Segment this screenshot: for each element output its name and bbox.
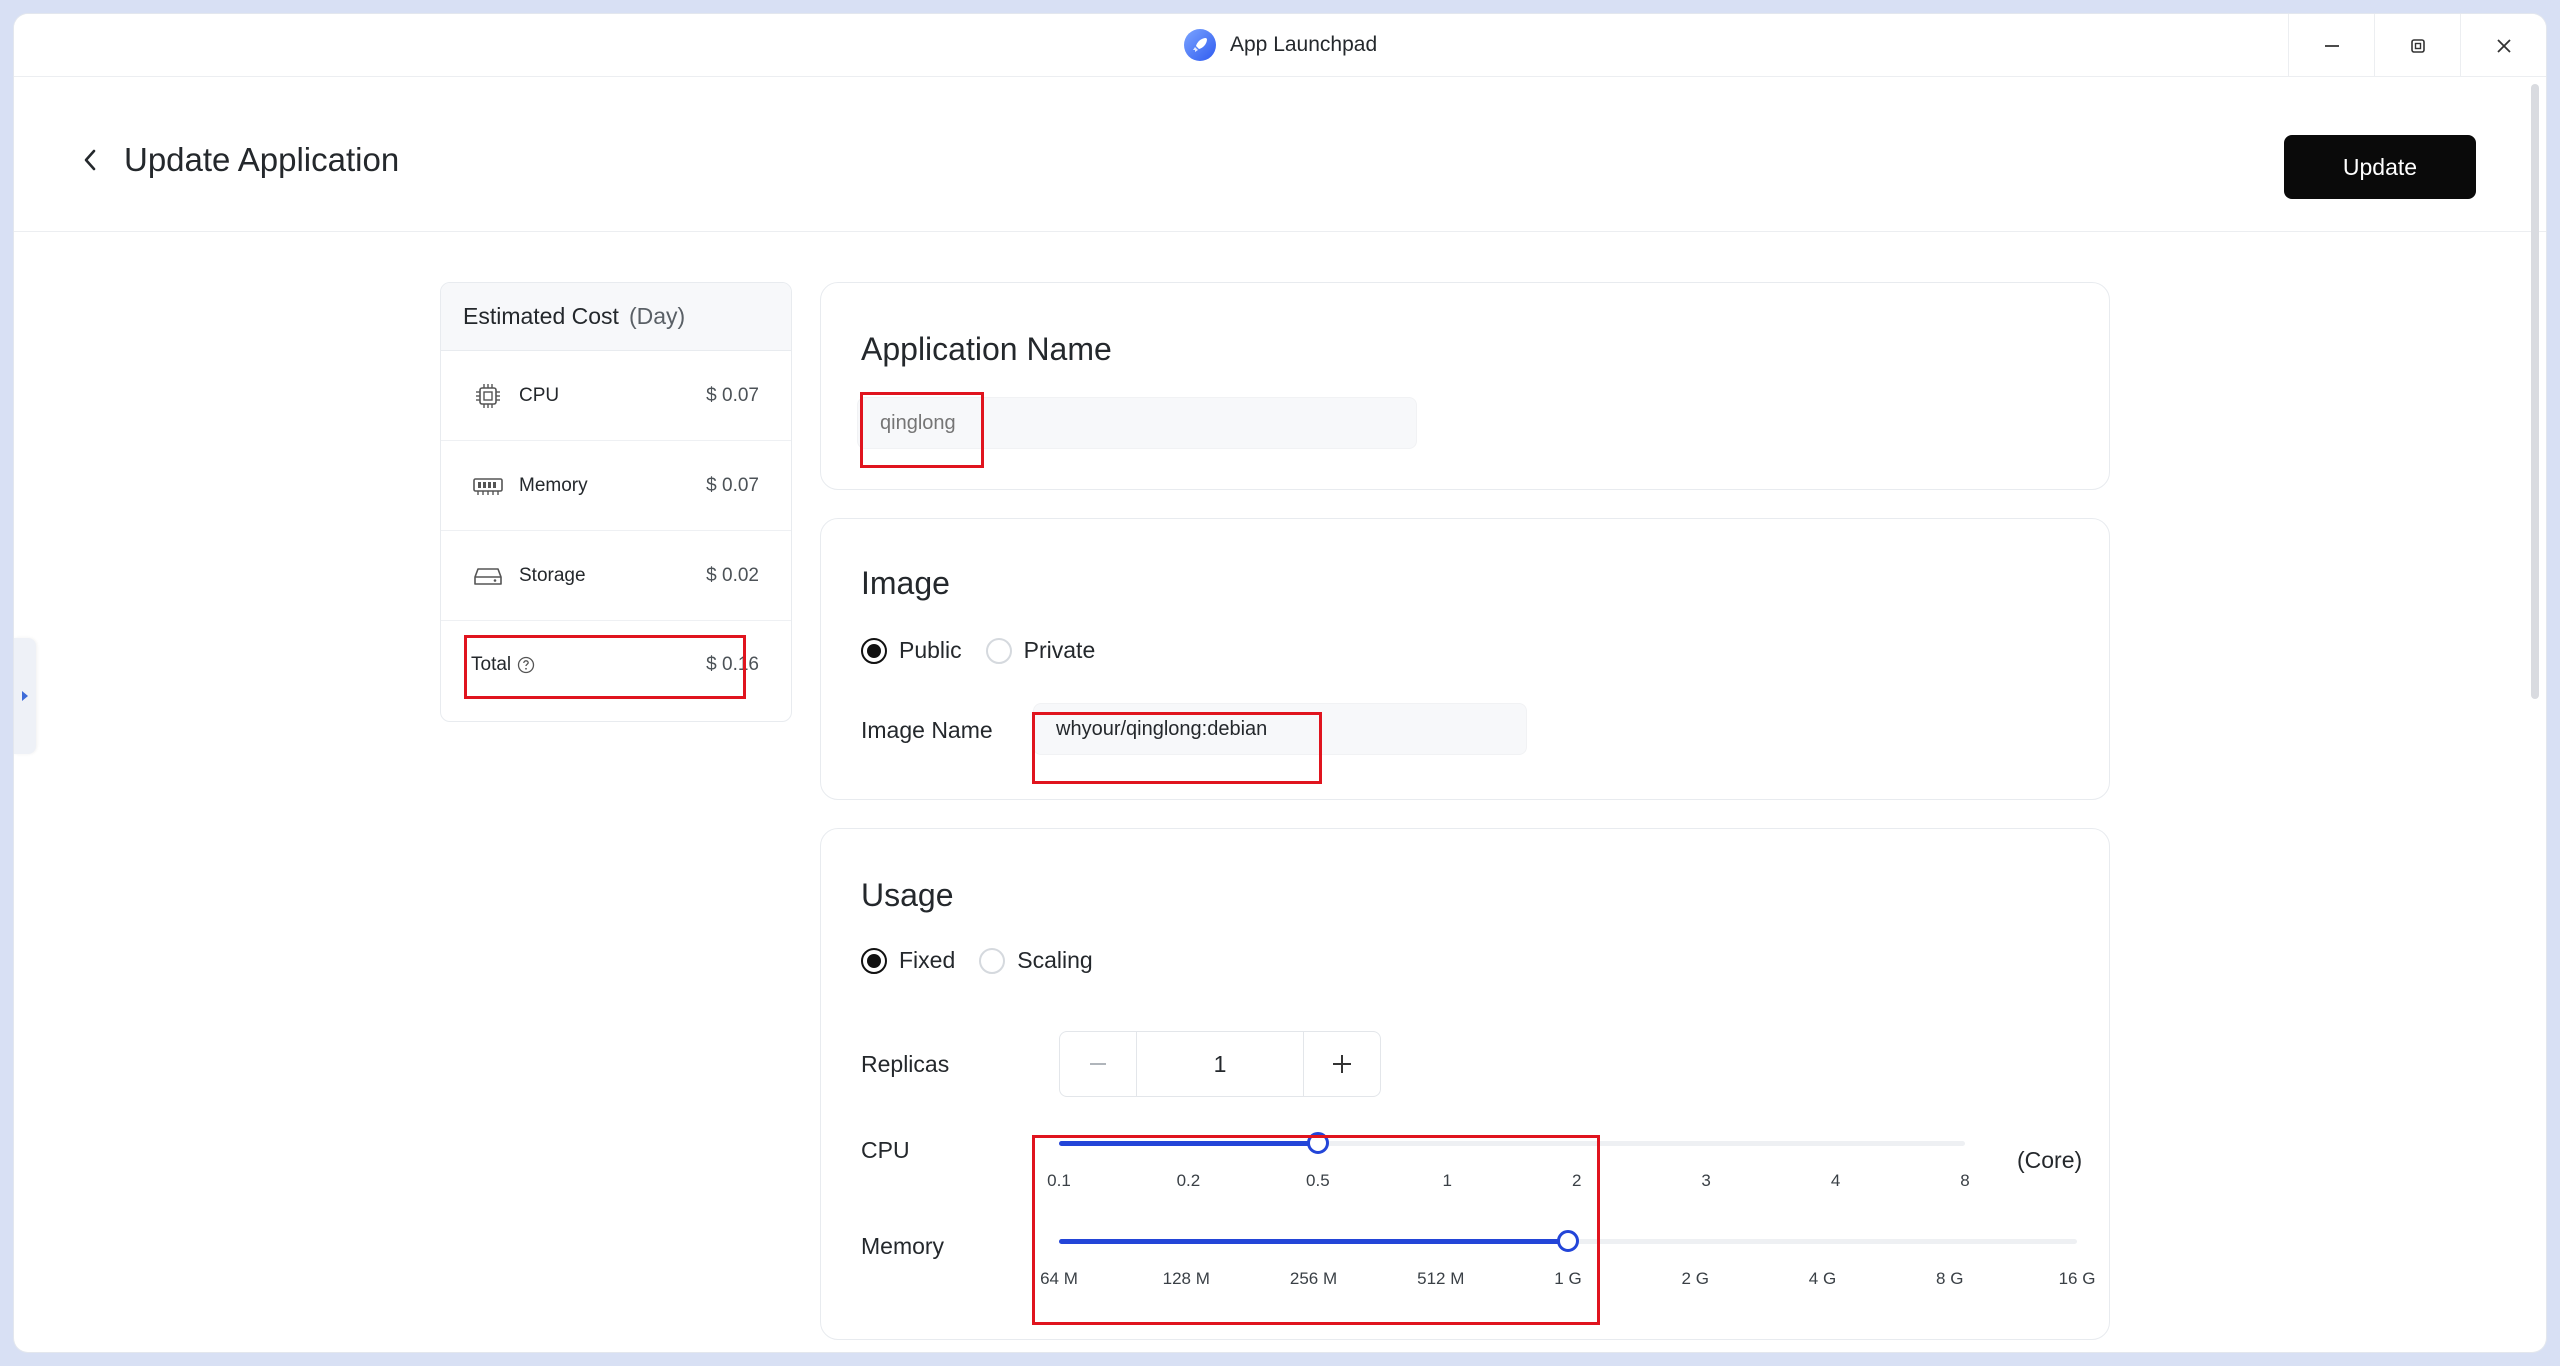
radio-scaling[interactable]: Scaling bbox=[979, 947, 1093, 974]
cost-title: Estimated Cost bbox=[463, 303, 619, 329]
replicas-value[interactable]: 1 bbox=[1136, 1032, 1304, 1096]
cost-row-storage: Storage $ 0.02 bbox=[441, 531, 791, 621]
memory-label: Memory bbox=[861, 1233, 945, 1259]
slider-tick-label: 0.1 bbox=[1047, 1171, 1071, 1190]
cpu-slider[interactable]: 0.1 0.2 0.5 1 2 3 4 8 bbox=[1047, 1129, 1970, 1199]
update-button[interactable]: Update bbox=[2284, 135, 2476, 199]
slider-tick-label: 512 M bbox=[1417, 1269, 1465, 1288]
back-button[interactable]: Update Application bbox=[78, 141, 399, 179]
usage-card: Usage Fixed Scaling Replicas 1 CPU 0.1 0… bbox=[820, 828, 2110, 1340]
cpu-chip-icon bbox=[473, 381, 503, 411]
minus-icon bbox=[1090, 1063, 1106, 1065]
slider-tick-label: 4 bbox=[1830, 1171, 1841, 1190]
cost-unit: (Day) bbox=[628, 303, 686, 329]
cpu-unit-label: (Core) bbox=[2017, 1147, 2083, 1173]
help-circle-icon[interactable] bbox=[517, 656, 535, 674]
slider-tick-label: 16 G bbox=[2058, 1269, 2096, 1288]
slider-tick-label: 8 G bbox=[1936, 1269, 1964, 1288]
rocket-logo-icon bbox=[1184, 29, 1216, 61]
plus-icon bbox=[1333, 1055, 1351, 1073]
replicas-label: Replicas bbox=[861, 1051, 950, 1077]
chevron-left-icon bbox=[84, 149, 96, 171]
slider-tick-label: 64 M bbox=[1040, 1269, 1078, 1288]
window-title: App Launchpad bbox=[1230, 33, 1378, 56]
application-name-card: Application Name bbox=[820, 282, 2110, 490]
close-button[interactable] bbox=[2460, 14, 2546, 77]
radio-private[interactable]: Private bbox=[985, 637, 1096, 664]
title-bar: App Launchpad bbox=[14, 14, 2546, 77]
cost-row-memory: Memory $ 0.07 bbox=[441, 441, 791, 531]
cost-value: $ 0.02 bbox=[706, 564, 759, 586]
usage-mode-radio-group: Fixed Scaling bbox=[861, 947, 1117, 974]
radio-dot bbox=[861, 947, 887, 974]
estimated-cost-card: Estimated Cost (Day) CPU $ 0.07 Memory $… bbox=[440, 282, 792, 722]
slider-tick-label: 2 bbox=[1571, 1171, 1582, 1190]
cost-value: $ 0.07 bbox=[706, 384, 759, 406]
slider-tick-label: 256 M bbox=[1289, 1269, 1338, 1288]
memory-slider[interactable]: 64 M 128 M 256 M 512 M 1 G 2 G 4 G 8 G 16 G bbox=[1040, 1227, 2095, 1297]
cpu-slider-thumb[interactable] bbox=[1306, 1132, 1329, 1154]
restore-icon bbox=[2410, 38, 2425, 53]
storage-drive-icon bbox=[473, 561, 503, 591]
cost-row-cpu: CPU $ 0.07 bbox=[441, 351, 791, 441]
page-header: Update Application Update bbox=[14, 77, 2546, 232]
radio-public[interactable]: Public bbox=[861, 637, 962, 664]
image-card: Image Public Private Image Name bbox=[820, 518, 2110, 800]
cost-label: Memory bbox=[519, 474, 588, 496]
scrollbar-thumb[interactable] bbox=[2531, 84, 2539, 699]
slider-tick-label: 4 G bbox=[1808, 1269, 1837, 1288]
radio-label: Private bbox=[1023, 637, 1096, 663]
radio-fixed[interactable]: Fixed bbox=[861, 947, 955, 974]
slider-tick-label: 2 G bbox=[1681, 1269, 1709, 1288]
slider-tick-label: 0.5 bbox=[1306, 1171, 1330, 1190]
caret-right-icon bbox=[22, 691, 28, 701]
image-source-radio-group: Public Private bbox=[861, 637, 1119, 664]
cpu-label: CPU bbox=[861, 1137, 910, 1163]
slider-tick-label: 1 bbox=[1442, 1171, 1453, 1190]
minimize-button[interactable] bbox=[2288, 14, 2374, 77]
usage-title: Usage bbox=[861, 877, 954, 913]
cost-label: Storage bbox=[519, 564, 586, 586]
radio-label: Scaling bbox=[1017, 947, 1093, 973]
cost-total-label-wrap: Total bbox=[471, 654, 706, 676]
sidebar-toggle[interactable] bbox=[14, 638, 36, 754]
slider-tick-label: 128 M bbox=[1162, 1269, 1210, 1288]
radio-dot bbox=[985, 637, 1012, 664]
memory-module-icon bbox=[473, 471, 503, 501]
memory-slider-fill bbox=[1059, 1239, 1568, 1244]
page-title: Update Application bbox=[124, 141, 400, 178]
increment-button[interactable] bbox=[1304, 1032, 1380, 1096]
cpu-slider-fill bbox=[1059, 1141, 1318, 1146]
cost-value: $ 0.07 bbox=[706, 474, 759, 496]
restore-button[interactable] bbox=[2374, 14, 2460, 77]
cost-label: CPU bbox=[519, 384, 560, 406]
image-name-label: Image Name bbox=[861, 717, 993, 743]
radio-label: Fixed bbox=[899, 947, 956, 973]
replicas-stepper: 1 bbox=[1059, 1031, 1381, 1097]
cost-total-label: Total bbox=[471, 654, 512, 675]
cost-total-row: Total $ 0.16 bbox=[441, 621, 791, 709]
decrement-button[interactable] bbox=[1060, 1032, 1136, 1096]
cost-total-value: $ 0.16 bbox=[706, 654, 759, 675]
cost-header: Estimated Cost (Day) bbox=[441, 283, 791, 351]
app-name-input[interactable] bbox=[857, 397, 1417, 449]
minimize-icon bbox=[2324, 44, 2339, 47]
slider-tick-label: 1 G bbox=[1554, 1269, 1582, 1288]
radio-dot bbox=[861, 637, 887, 664]
radio-label: Public bbox=[899, 637, 962, 663]
app-name-title: Application Name bbox=[861, 331, 1112, 367]
slider-tick-label: 3 bbox=[1701, 1171, 1711, 1190]
slider-tick-label: 0.2 bbox=[1176, 1171, 1201, 1190]
image-name-input[interactable] bbox=[1033, 703, 1527, 755]
slider-tick-label: 8 bbox=[1960, 1171, 1970, 1190]
image-title: Image bbox=[861, 565, 950, 601]
close-icon bbox=[2496, 38, 2511, 53]
memory-slider-thumb[interactable] bbox=[1557, 1230, 1579, 1252]
app-window: App Launchpad Update Application Update … bbox=[14, 14, 2546, 1352]
radio-dot bbox=[979, 947, 1006, 974]
title-wrap: App Launchpad bbox=[1184, 28, 1377, 62]
